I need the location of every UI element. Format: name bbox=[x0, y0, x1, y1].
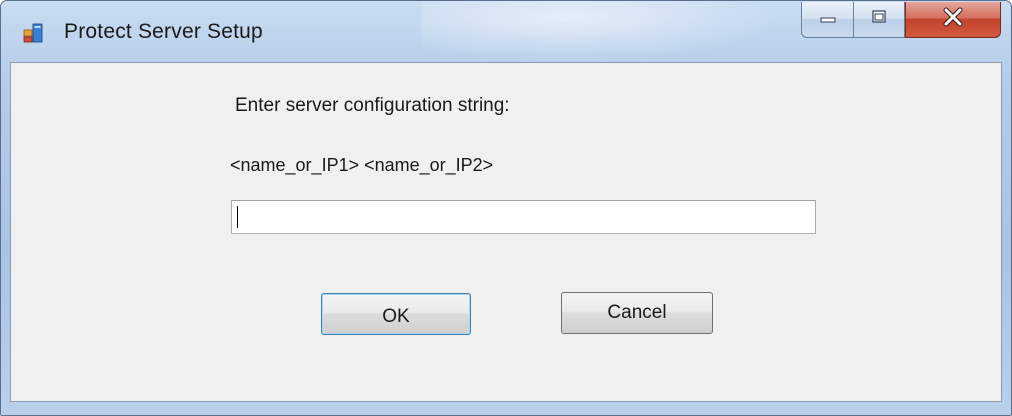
text-caret bbox=[237, 206, 238, 228]
close-button[interactable] bbox=[905, 2, 1001, 38]
minimize-button[interactable] bbox=[801, 2, 853, 38]
ok-button[interactable]: OK bbox=[321, 293, 471, 335]
title-bar[interactable]: Protect Server Setup bbox=[1, 1, 1011, 63]
minimize-icon bbox=[819, 11, 837, 29]
maximize-icon bbox=[870, 9, 888, 30]
caption-buttons bbox=[801, 2, 1001, 42]
close-icon bbox=[942, 7, 964, 32]
server-config-input[interactable] bbox=[231, 200, 816, 234]
cancel-button[interactable]: Cancel bbox=[561, 292, 713, 334]
maximize-button[interactable] bbox=[853, 2, 905, 38]
format-hint-label: <name_or_IP1> <name_or_IP2> bbox=[230, 155, 494, 175]
dialog-window: Protect Server Setup Enter server config… bbox=[0, 0, 1012, 416]
app-icon bbox=[23, 23, 43, 43]
dialog-content: Enter server configuration string: <name… bbox=[10, 62, 1002, 402]
window-title: Protect Server Setup bbox=[64, 20, 263, 43]
prompt-label: Enter server configuration string: bbox=[235, 95, 510, 116]
